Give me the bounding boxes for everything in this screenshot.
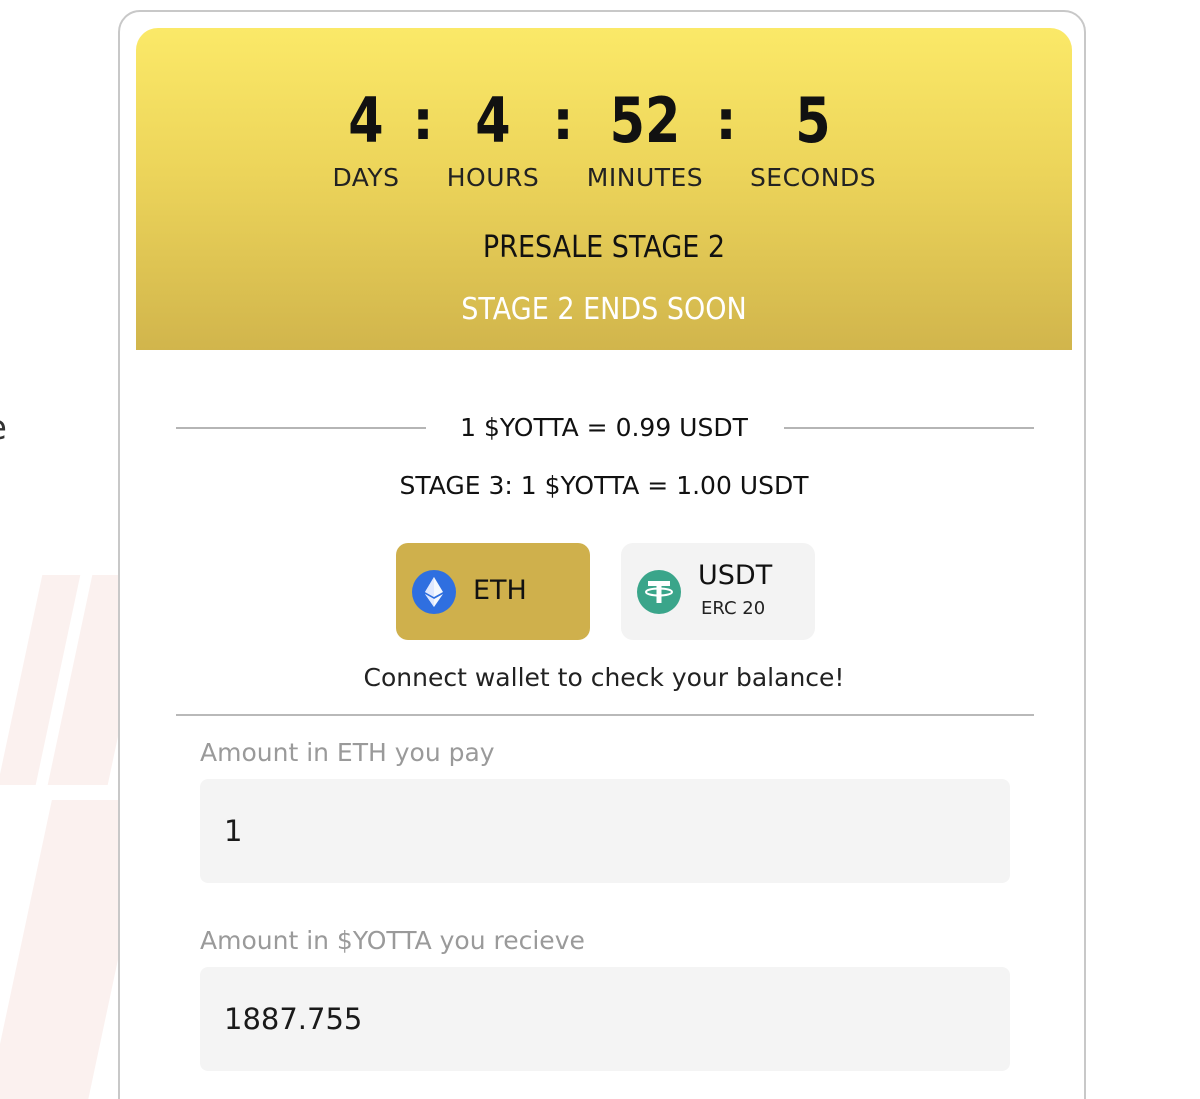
stage-ends-notice: STAGE 2 ENDS SOON	[461, 292, 747, 327]
timer-days-value: 4	[348, 84, 384, 157]
pay-with-eth-button[interactable]: ETH	[396, 543, 590, 640]
current-price: 1 $YOTTA = 0.99 USDT	[460, 413, 748, 442]
timer-hours-value: 4	[475, 84, 511, 157]
usdt-button-label: USDT	[698, 560, 773, 591]
receive-amount-input[interactable]	[200, 967, 1010, 1071]
rate-divider-right	[784, 427, 1034, 429]
countdown-panel: 4 : 4 : 52 : 5 DAYS HOURS MINUTES SECOND…	[136, 28, 1072, 350]
next-stage-price: STAGE 3: 1 $YOTTA = 1.00 USDT	[399, 471, 809, 500]
eth-button-label: ETH	[473, 575, 527, 606]
pay-amount-label: Amount in ETH you pay	[200, 738, 495, 767]
presale-page: e 4 : 4 : 52 : 5 DAYS HOURS MINUTES SECO…	[0, 0, 1200, 1099]
timer-separator: :	[412, 89, 434, 152]
background-edge-text: e	[0, 408, 7, 448]
pay-with-usdt-button[interactable]: USDT ERC 20	[621, 543, 815, 640]
wallet-balance-message: Connect wallet to check your balance!	[363, 663, 845, 692]
timer-hours-label: HOURS	[446, 163, 540, 192]
timer-separator: :	[552, 89, 574, 152]
receive-amount-label: Amount in $YOTTA you recieve	[200, 926, 585, 955]
tether-icon	[637, 570, 681, 614]
timer-seconds-label: SECONDS	[749, 163, 877, 192]
rate-divider-left	[176, 427, 426, 429]
section-divider	[176, 714, 1034, 716]
timer-separator: :	[715, 89, 737, 152]
ethereum-icon	[412, 570, 456, 614]
pay-amount-input[interactable]	[200, 779, 1010, 883]
timer-seconds-value: 5	[795, 84, 831, 157]
presale-widget: 4 : 4 : 52 : 5 DAYS HOURS MINUTES SECOND…	[118, 10, 1086, 1099]
timer-minutes-value: 52	[609, 84, 681, 157]
presale-stage-title: PRESALE STAGE 2	[482, 230, 726, 265]
usdt-network-label: ERC 20	[701, 598, 766, 619]
timer-minutes-label: MINUTES	[586, 163, 704, 192]
